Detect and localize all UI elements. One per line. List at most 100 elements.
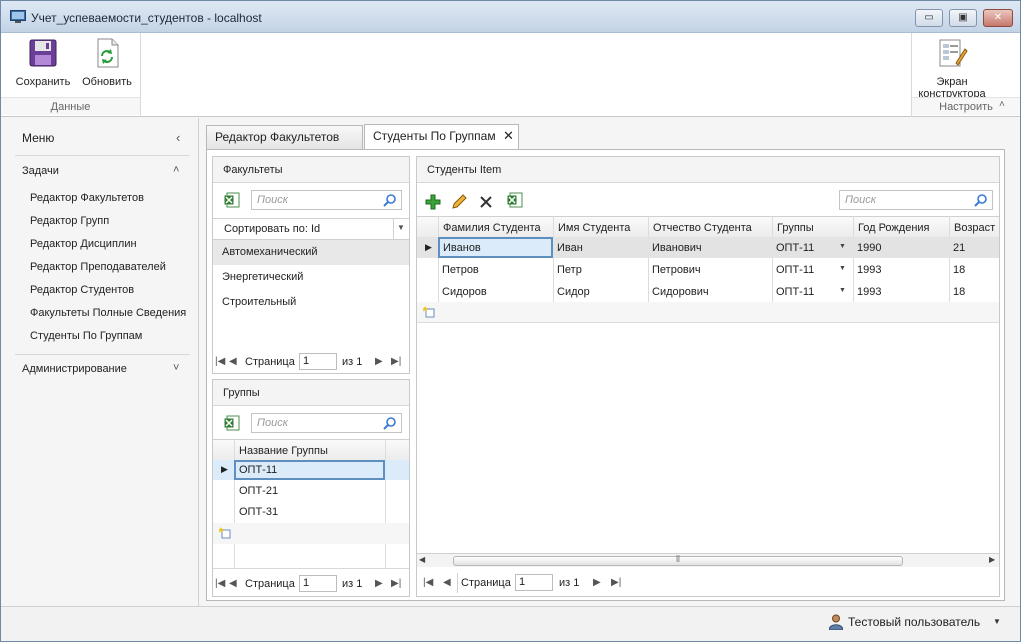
nav-item-student-editor[interactable]: Редактор Студентов [30,284,134,296]
search-icon[interactable] [974,193,988,207]
faculties-search-input[interactable]: Поиск [251,190,402,210]
collapse-menu-icon[interactable]: ‹ [176,130,180,145]
nav-item-faculty-details[interactable]: Факультеты Полные Сведения [30,307,186,319]
tab-students-by-group[interactable]: Студенты По Группам ✕ [364,124,519,150]
search-icon[interactable] [383,193,397,207]
status-bar: Тестовый пользователь ▼ [1,606,1020,641]
page-label: Страница [461,577,511,589]
column-header-group-name[interactable]: Название Группы [239,440,328,462]
cell-text: 1990 [857,242,882,254]
tab-faculty-editor[interactable]: Редактор Факультетов [206,125,363,149]
add-icon[interactable] [425,194,441,210]
sort-dropdown[interactable]: Сортировать по: Id ▼ [213,218,409,240]
cell-text: 1993 [857,286,882,298]
administration-header[interactable]: Администрирование [22,363,127,375]
students-pager: |◀ ◀ Страница 1 из 1 ▶ ▶| [417,573,999,593]
prev-page-icon[interactable]: ◀ [229,578,237,589]
prev-page-icon[interactable]: ◀ [443,577,451,588]
restore-button[interactable]: ▣ [949,9,977,27]
dropdown-arrow-icon[interactable]: ▼ [839,243,846,250]
user-menu-chevron-icon[interactable]: ▼ [993,617,1001,626]
excel-export-icon[interactable] [224,192,240,208]
search-icon[interactable] [383,416,397,430]
current-row-icon: ▶ [425,242,432,252]
dropdown-arrow-icon[interactable]: ▼ [839,287,846,294]
close-icon: ✕ [993,12,1003,23]
designer-screen-button[interactable]: Экран конструктора [913,37,991,100]
refresh-button[interactable]: Обновить [79,37,135,88]
page-count-label: из 1 [342,356,363,368]
horizontal-scrollbar[interactable]: ◀ ⦀ ▶ [417,553,999,567]
column-header-last-name[interactable]: Фамилия Студента [443,217,541,239]
nav-item-students-by-group[interactable]: Студенты По Группам [30,330,142,342]
chevron-down-icon[interactable]: ˅ [173,362,179,374]
column-header-birth-year[interactable]: Год Рождения [858,217,930,239]
minimize-button[interactable]: ▭ [915,9,943,27]
dropdown-arrow-icon[interactable]: ▼ [839,265,846,272]
new-row[interactable] [417,302,999,323]
table-row[interactable]: Петров Петр Петрович ОПТ-11 ▼ 1993 18 [417,259,999,280]
scroll-left-icon[interactable]: ◀ [419,555,425,564]
list-item[interactable]: Автомеханический [213,240,409,265]
table-row[interactable]: ▶ Иванов Иван Иванович ОПТ-11 ▼ 1990 21 [417,237,999,258]
cell-text: Иван [557,242,583,254]
grip-icon: ⦀ [676,554,680,564]
nav-item-discipline-editor[interactable]: Редактор Дисциплин [30,238,137,250]
excel-export-icon[interactable] [224,415,240,431]
search-placeholder: Поиск [257,417,288,429]
page-number-input[interactable]: 1 [515,574,553,591]
table-row[interactable]: Сидоров Сидор Сидорович ОПТ-11 ▼ 1993 18 [417,281,999,302]
cell-text: ОПТ-11 [776,242,815,254]
last-page-icon[interactable]: ▶| [391,578,401,589]
first-page-icon[interactable]: |◀ [215,578,225,589]
table-row[interactable]: ОПТ-21 [213,481,409,502]
first-page-icon[interactable]: |◀ [423,577,433,588]
next-page-icon[interactable]: ▶ [375,356,383,367]
nav-item-teacher-editor[interactable]: Редактор Преподавателей [30,261,166,273]
ribbon-separator [140,33,141,117]
edit-pencil-icon[interactable] [451,194,467,210]
excel-export-icon[interactable] [507,192,523,208]
cell-text: 21 [953,242,966,254]
last-page-icon[interactable]: ▶| [391,356,401,367]
delete-icon[interactable] [478,194,494,210]
list-item-label: Автомеханический [222,246,318,258]
collapse-ribbon-icon[interactable]: ˄ [999,99,1005,110]
first-page-icon[interactable]: |◀ [215,356,225,367]
nav-item-group-editor[interactable]: Редактор Групп [30,215,109,227]
column-header-age[interactable]: Возраст [954,217,995,239]
column-header-patronymic[interactable]: Отчество Студента [653,217,752,239]
close-window-button[interactable]: ✕ [983,9,1013,27]
page-number-input[interactable]: 1 [299,575,337,592]
faculties-panel: Факультеты Поиск Сортировать по: Id ▼ Ав… [212,156,410,374]
cell-text: 18 [953,264,966,276]
next-page-icon[interactable]: ▶ [593,577,601,588]
table-row[interactable]: ОПТ-31 [213,502,409,523]
ribbon: Сохранить Обновить Данные Экран конструк… [1,33,1020,117]
save-button[interactable]: Сохранить [11,37,75,88]
save-label: Сохранить [15,76,71,88]
page-number-input[interactable]: 1 [299,353,337,370]
prev-page-icon[interactable]: ◀ [229,356,237,367]
new-row[interactable] [213,523,409,544]
students-search-input[interactable]: Поиск [839,190,993,210]
chevron-up-icon[interactable]: ˄ [173,164,179,176]
close-tab-icon[interactable]: ✕ [503,125,514,147]
selected-cell[interactable]: ОПТ-11 [234,460,385,480]
scroll-right-icon[interactable]: ▶ [989,555,995,564]
cell-text: Сидоров [442,286,487,298]
nav-item-faculty-editor[interactable]: Редактор Факультетов [30,192,144,204]
cell-text: Иванович [652,242,702,254]
tasks-header[interactable]: Задачи [22,165,59,177]
column-header-first-name[interactable]: Имя Студента [558,217,630,239]
next-page-icon[interactable]: ▶ [375,578,383,589]
groups-search-input[interactable]: Поиск [251,413,402,433]
scrollbar-thumb[interactable]: ⦀ [453,554,903,566]
column-header-group[interactable]: Группы [777,217,814,239]
table-row[interactable]: ▶ ОПТ-11 [213,460,409,480]
last-page-icon[interactable]: ▶| [611,577,621,588]
user-name[interactable]: Тестовый пользователь [848,615,980,629]
selected-cell[interactable]: Иванов [438,237,553,258]
list-item[interactable]: Строительный [213,290,409,315]
list-item[interactable]: Энергетический [213,265,409,290]
